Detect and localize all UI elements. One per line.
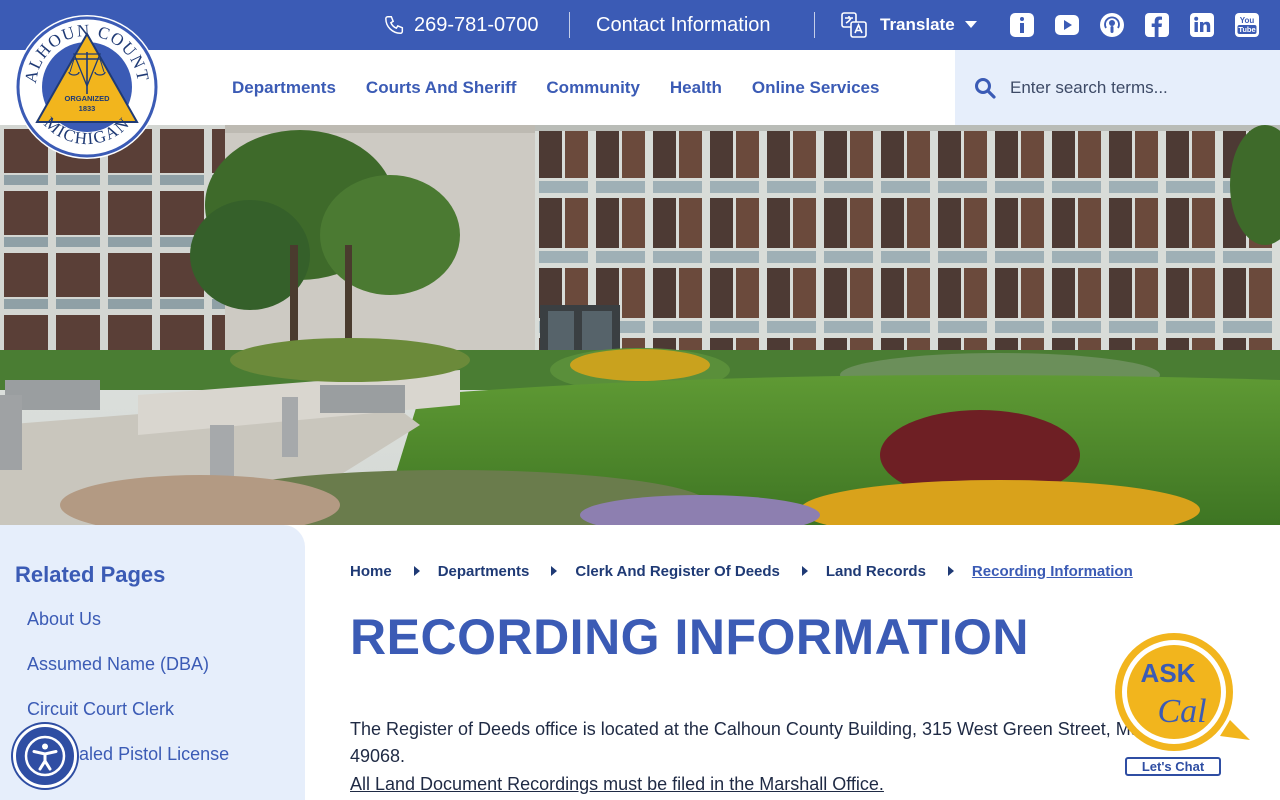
nav-online-services[interactable]: Online Services	[752, 78, 880, 98]
phone-number: 269-781-0700	[414, 13, 539, 36]
facebook-icon[interactable]	[1144, 12, 1170, 38]
search-input[interactable]	[1010, 77, 1250, 98]
contact-information-link[interactable]: Contact Information	[596, 12, 771, 38]
search-icon[interactable]	[974, 77, 996, 99]
youtube-icon[interactable]	[1054, 12, 1080, 38]
youtube-text-icon[interactable]: You Tube	[1234, 12, 1260, 38]
translate-dropdown[interactable]: Translate	[840, 10, 977, 40]
divider	[814, 12, 815, 38]
accessibility-icon	[24, 735, 66, 777]
top-utility-bar: 269-781-0700 Contact Information Transla…	[0, 0, 1280, 50]
chevron-down-icon	[964, 21, 977, 28]
phone-icon	[385, 16, 404, 34]
sidebar-item-assumed-name[interactable]: Assumed Name (DBA)	[27, 654, 209, 675]
breadcrumb-separator-icon	[413, 566, 420, 576]
nav-departments[interactable]: Departments	[232, 78, 336, 98]
breadcrumb-separator-icon	[551, 566, 558, 576]
breadcrumb-land-records[interactable]: Land Records	[826, 563, 926, 580]
accessibility-button[interactable]	[13, 724, 77, 788]
ask-cal-line2: Cal	[1157, 693, 1206, 730]
ask-cal-chat-widget[interactable]: ASK Cal Let's Chat	[1112, 632, 1252, 777]
main-header: Departments Courts And Sheriff Community…	[0, 50, 1280, 125]
search-bar	[955, 50, 1280, 125]
divider	[569, 12, 570, 38]
seal-year-text: 1833	[79, 104, 96, 113]
svg-text:Tube: Tube	[1238, 25, 1255, 34]
breadcrumb-separator-icon	[947, 566, 954, 576]
primary-nav: Departments Courts And Sheriff Community…	[232, 50, 909, 125]
linkedin-icon[interactable]	[1189, 12, 1215, 38]
podcast-icon[interactable]	[1099, 12, 1125, 38]
page-title: RECORDING INFORMATION	[350, 609, 1029, 665]
hero-image	[0, 125, 1280, 525]
breadcrumb-home[interactable]: Home	[350, 563, 392, 580]
nav-health[interactable]: Health	[670, 78, 722, 98]
breadcrumb: Home Departments Clerk And Register Of D…	[350, 561, 1133, 581]
info-icon[interactable]	[1009, 12, 1035, 38]
nav-community[interactable]: Community	[546, 78, 640, 98]
sidebar-title: Related Pages	[15, 562, 166, 587]
breadcrumb-clerk-register[interactable]: Clerk And Register Of Deeds	[575, 563, 780, 580]
breadcrumb-departments[interactable]: Departments	[438, 563, 530, 580]
sidebar-item-circuit-court-clerk[interactable]: Circuit Court Clerk	[27, 699, 174, 720]
marshall-office-notice[interactable]: All Land Document Recordings must be fil…	[350, 771, 884, 798]
translate-icon	[841, 12, 867, 38]
translate-label: Translate	[880, 15, 955, 34]
svg-text:You: You	[1240, 16, 1255, 25]
breadcrumb-current[interactable]: Recording Information	[972, 563, 1133, 580]
nav-courts-and-sheriff[interactable]: Courts And Sheriff	[366, 78, 516, 98]
ask-cal-line1: ASK	[1141, 658, 1196, 688]
county-seal-logo[interactable]: ORGANIZED 1833 CALHOUN COUNTY MICHIGAN	[14, 14, 160, 160]
seal-organized-text: ORGANIZED	[65, 94, 111, 103]
sidebar-item-about-us[interactable]: About Us	[27, 609, 101, 630]
breadcrumb-separator-icon	[801, 566, 808, 576]
phone-link[interactable]: 269-781-0700	[384, 12, 539, 38]
ask-cal-badge-icon: ASK Cal	[1115, 633, 1250, 751]
lets-chat-button[interactable]: Let's Chat	[1125, 757, 1221, 776]
